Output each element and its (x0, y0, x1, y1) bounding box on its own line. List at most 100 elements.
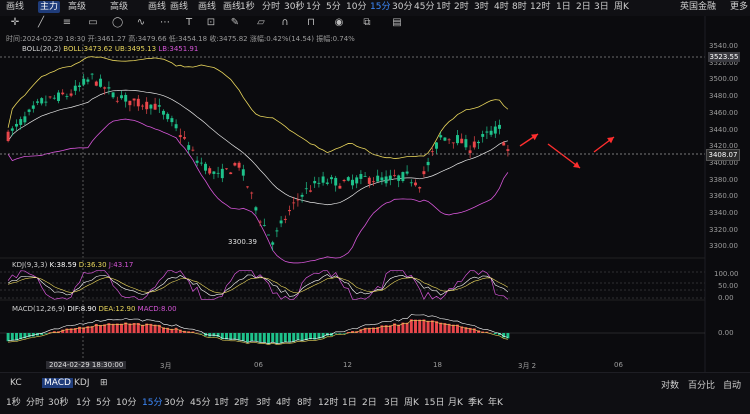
candle-body (19, 119, 22, 125)
candle-body (292, 202, 295, 203)
bottom-tf[interactable]: 1日 (342, 395, 357, 408)
candle-body (99, 79, 102, 87)
candle-body (61, 93, 64, 95)
candle-body (460, 139, 463, 144)
candle-body (267, 235, 270, 236)
candle-body (158, 105, 161, 106)
bottom-tf[interactable]: 15分 (142, 395, 162, 408)
candle-body (443, 138, 446, 141)
candle-body (78, 86, 81, 87)
bottom-tf[interactable]: 季K (468, 395, 483, 408)
macd-bar (233, 333, 236, 340)
price-tick: 3480.00 (709, 92, 738, 100)
candle-body (288, 210, 291, 211)
candle-body (334, 178, 337, 186)
kdj-name: KDJ(9,3,3) (12, 261, 47, 269)
candle-body (112, 92, 115, 97)
macd-legend: MACD(12,26,9) DIF:8.90 DEA:12.90 MACD:8.… (12, 305, 177, 313)
macd-bar (133, 323, 136, 333)
macd-bar (242, 333, 245, 341)
auto-button[interactable]: 自动 (723, 378, 741, 391)
macd-dif-label: DIF: (67, 305, 80, 313)
arrow-up-2-head (607, 137, 614, 143)
candles (7, 73, 510, 251)
candle-body (162, 111, 165, 115)
price-tick: 3360.00 (709, 192, 738, 200)
bottom-tf[interactable]: 1秒 (6, 395, 21, 408)
candle-body (191, 150, 194, 151)
candle-body (137, 99, 140, 107)
candle-body (254, 207, 257, 210)
candle-body (124, 95, 127, 102)
macd-bar (263, 333, 266, 342)
bottom-tf[interactable]: 分时 (26, 395, 44, 408)
bottom-tf[interactable]: 10分 (116, 395, 136, 408)
boll-upper-line (8, 57, 508, 159)
log-button[interactable]: 对数 (661, 378, 679, 391)
bottom-tf[interactable]: 3时 (256, 395, 271, 408)
kdj-tick-100: 100.00 (714, 270, 739, 278)
bottom-tf[interactable]: 2日 (362, 395, 377, 408)
bottom-tf[interactable]: 2时 (234, 395, 249, 408)
macd-bar (120, 324, 123, 333)
bottom-tf[interactable]: 周K (404, 395, 419, 408)
macd-bar (275, 333, 278, 344)
indicator-macd[interactable]: MACD (42, 378, 73, 388)
candle-body (372, 181, 375, 182)
candle-body (494, 127, 497, 134)
macd-bar (439, 323, 442, 333)
bottom-tf[interactable]: 45分 (190, 395, 210, 408)
indicator-kdj[interactable]: KDJ (74, 378, 90, 388)
candle-body (11, 128, 14, 130)
candle-body (338, 186, 341, 189)
bottom-tf[interactable]: 1分 (76, 395, 91, 408)
candle-body (120, 95, 123, 98)
candle-body (183, 137, 186, 139)
macd-macd-label: MACD: (138, 305, 161, 313)
candle-body (364, 176, 367, 177)
candle-body (435, 142, 438, 148)
bottom-tf[interactable]: 3日 (384, 395, 399, 408)
macd-bar (414, 320, 417, 333)
macd-bar (288, 333, 291, 342)
indicator-add-icon[interactable]: ⊞ (100, 378, 108, 388)
bottom-tf[interactable]: 1时 (214, 395, 229, 408)
bottom-tf[interactable]: 4时 (276, 395, 291, 408)
candle-body (317, 183, 320, 184)
bottom-tf[interactable]: 12时 (318, 395, 338, 408)
candle-body (196, 161, 199, 163)
candle-body (410, 182, 413, 183)
candle-body (309, 190, 312, 191)
candle-body (238, 163, 241, 168)
candle-body (351, 180, 354, 185)
indicator-kc[interactable]: KC (10, 378, 22, 388)
bottom-tf[interactable]: 5分 (96, 395, 111, 408)
time-label-1: 3月 (160, 361, 171, 371)
candle-body (86, 79, 89, 81)
bottom-tf[interactable]: 30秒 (48, 395, 68, 408)
candle-body (225, 168, 228, 169)
kdj-j: 43.17 (113, 261, 133, 269)
bottom-tf[interactable]: 月K (448, 395, 463, 408)
candle-body (469, 150, 472, 153)
kdj-k-label: K: (50, 261, 57, 269)
candle-body (401, 172, 404, 181)
macd-bar (11, 333, 14, 341)
candlestick-chart[interactable] (0, 0, 750, 372)
candle-body (32, 105, 35, 108)
percent-button[interactable]: 百分比 (688, 378, 715, 391)
bottom-tf[interactable]: 8时 (297, 395, 312, 408)
macd-bar (494, 333, 497, 334)
kdj-tick-50: 50.00 (718, 282, 738, 290)
candle-body (217, 173, 220, 174)
candle-body (170, 118, 173, 122)
bottom-tf[interactable]: 年K (488, 395, 503, 408)
candle-body (359, 174, 362, 179)
candle-body (347, 177, 350, 181)
candle-body (376, 176, 379, 182)
bottom-tf[interactable]: 15日 (424, 395, 444, 408)
candle-body (116, 101, 119, 102)
candle-body (456, 135, 459, 143)
candle-body (212, 171, 215, 173)
bottom-tf[interactable]: 30分 (164, 395, 184, 408)
